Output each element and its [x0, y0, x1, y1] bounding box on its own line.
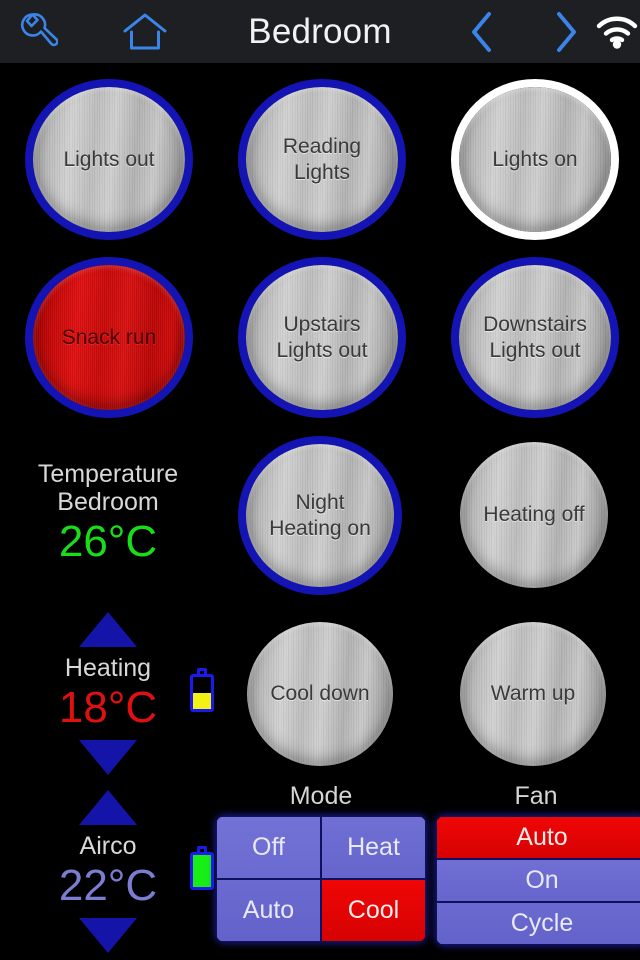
- mode-option-off[interactable]: Off: [216, 816, 321, 879]
- fan-panel: Fan Auto On Cycle: [436, 782, 640, 945]
- button-face: [459, 265, 611, 410]
- button-face: [460, 442, 608, 588]
- button-face: [459, 87, 611, 232]
- scene-button-upstairs-lights-out[interactable]: Upstairs Lights out: [246, 265, 398, 410]
- button-face: [246, 265, 398, 410]
- temperature-readout-value: 26°C: [58, 517, 158, 566]
- mode-option-auto[interactable]: Auto: [216, 879, 321, 942]
- mode-panel-title: Mode: [289, 782, 353, 810]
- airco-readout-title: Airco: [79, 832, 137, 860]
- scene-button-warm-up[interactable]: Warm up: [460, 622, 606, 766]
- settings-wrench-icon[interactable]: [8, 0, 68, 63]
- top-app-bar: Bedroom: [0, 0, 640, 63]
- fan-panel-title: Fan: [514, 782, 558, 810]
- button-face: [246, 87, 398, 232]
- scene-button-night-heating-on[interactable]: Night Heating on: [246, 444, 394, 587]
- prev-chevron-icon[interactable]: [452, 0, 512, 63]
- heating-readout: Heating 18°C: [0, 654, 216, 734]
- scene-button-cool-down[interactable]: Cool down: [247, 622, 393, 766]
- battery-level-fill: [193, 855, 211, 887]
- battery-body: [190, 852, 214, 890]
- heating-decrease-arrow[interactable]: [79, 740, 137, 775]
- scene-button-lights-on[interactable]: Lights on: [459, 87, 611, 232]
- button-face: [247, 622, 393, 766]
- wifi-icon[interactable]: [594, 0, 640, 63]
- battery-level-fill: [193, 693, 211, 709]
- mode-option-cool[interactable]: Cool: [321, 879, 426, 942]
- airco-readout: Airco 22°C: [0, 832, 216, 912]
- airco-decrease-arrow[interactable]: [79, 918, 137, 953]
- airco-battery-icon: [190, 846, 214, 890]
- fan-option-auto[interactable]: Auto: [436, 816, 640, 859]
- mode-option-heat[interactable]: Heat: [321, 816, 426, 879]
- scene-button-reading-lights[interactable]: Reading Lights: [246, 87, 398, 232]
- heating-readout-value: 18°C: [58, 683, 158, 732]
- airco-readout-value: 22°C: [58, 861, 158, 910]
- next-chevron-icon[interactable]: [538, 0, 594, 63]
- fan-option-grid: Auto On Cycle: [436, 816, 640, 945]
- button-face: [246, 444, 394, 587]
- heating-readout-title: Heating: [64, 654, 152, 682]
- scene-button-downstairs-lights-out[interactable]: Downstairs Lights out: [459, 265, 611, 410]
- button-face: [460, 622, 606, 766]
- fan-option-cycle[interactable]: Cycle: [436, 902, 640, 945]
- scene-button-snack-run[interactable]: Snack run: [33, 265, 185, 410]
- fan-option-on[interactable]: On: [436, 859, 640, 902]
- heating-battery-icon: [190, 668, 214, 712]
- scene-button-heating-off[interactable]: Heating off: [460, 442, 608, 588]
- airco-increase-arrow[interactable]: [79, 790, 137, 825]
- battery-body: [190, 674, 214, 712]
- button-face: [33, 265, 185, 410]
- heating-increase-arrow[interactable]: [79, 612, 137, 647]
- home-icon[interactable]: [115, 0, 175, 63]
- scene-button-lights-out[interactable]: Lights out: [33, 87, 185, 232]
- temperature-readout: Temperature Bedroom 26°C: [0, 460, 216, 568]
- button-face: [33, 87, 185, 232]
- temperature-readout-title: Temperature Bedroom: [37, 460, 179, 516]
- app-screen: Bedroom Lights out Reading Lights Lights…: [0, 0, 640, 960]
- mode-option-grid: Off Heat Auto Cool: [216, 816, 426, 942]
- mode-panel: Mode Off Heat Auto Cool: [216, 782, 426, 942]
